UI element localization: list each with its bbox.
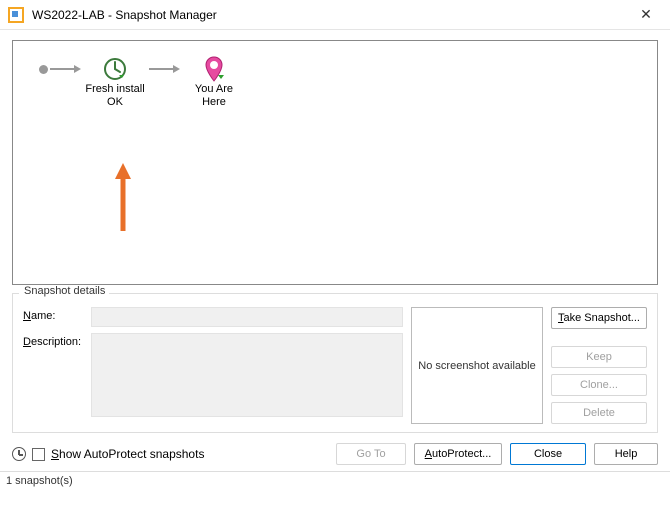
you-are-here-node[interactable]: You Are Here [182, 55, 246, 109]
annotation-arrow [111, 159, 135, 231]
screenshot-preview: No screenshot available [411, 307, 543, 424]
timeline: Fresh install OK You Are Here [35, 55, 635, 109]
name-label: Name: [23, 307, 85, 322]
snapshot-label: Fresh install OK [83, 83, 147, 109]
delete-button: Delete [551, 402, 647, 424]
app-icon [8, 7, 24, 23]
status-bar: 1 snapshot(s) [0, 471, 670, 490]
details-legend: Snapshot details [21, 285, 108, 297]
goto-button: Go To [336, 443, 406, 465]
timeline-start-dot [39, 65, 48, 74]
help-button[interactable]: Help [594, 443, 658, 465]
show-autoprotect-label[interactable]: Show AutoProtect snapshots [51, 447, 204, 461]
keep-button: Keep [551, 346, 647, 368]
close-button[interactable]: Close [510, 443, 586, 465]
snapshot-tree[interactable]: Fresh install OK You Are Here [12, 40, 658, 285]
you-are-here-label: You Are Here [182, 83, 246, 109]
snapshot-node-fresh-install[interactable]: Fresh install OK [83, 55, 147, 109]
take-snapshot-button[interactable]: Take Snapshot... [551, 307, 647, 329]
titlebar: WS2022-LAB - Snapshot Manager ✕ [0, 0, 670, 30]
snapshot-details-group: Snapshot details Name: Description: No s… [12, 293, 658, 433]
description-input [91, 333, 403, 417]
clock-icon [12, 447, 26, 461]
description-label: Description: [23, 333, 85, 348]
connector [50, 55, 81, 83]
window-title: WS2022-LAB - Snapshot Manager [32, 8, 630, 22]
autoprotect-button[interactable]: AutoProtect... [414, 443, 502, 465]
clone-button: Clone... [551, 374, 647, 396]
name-input [91, 307, 403, 327]
you-are-here-icon [182, 55, 246, 83]
show-autoprotect-checkbox[interactable] [32, 448, 45, 461]
close-icon[interactable]: ✕ [630, 0, 662, 30]
snapshot-icon [83, 55, 147, 83]
connector [149, 55, 180, 83]
bottom-bar: Show AutoProtect snapshots Go To AutoPro… [0, 433, 670, 471]
